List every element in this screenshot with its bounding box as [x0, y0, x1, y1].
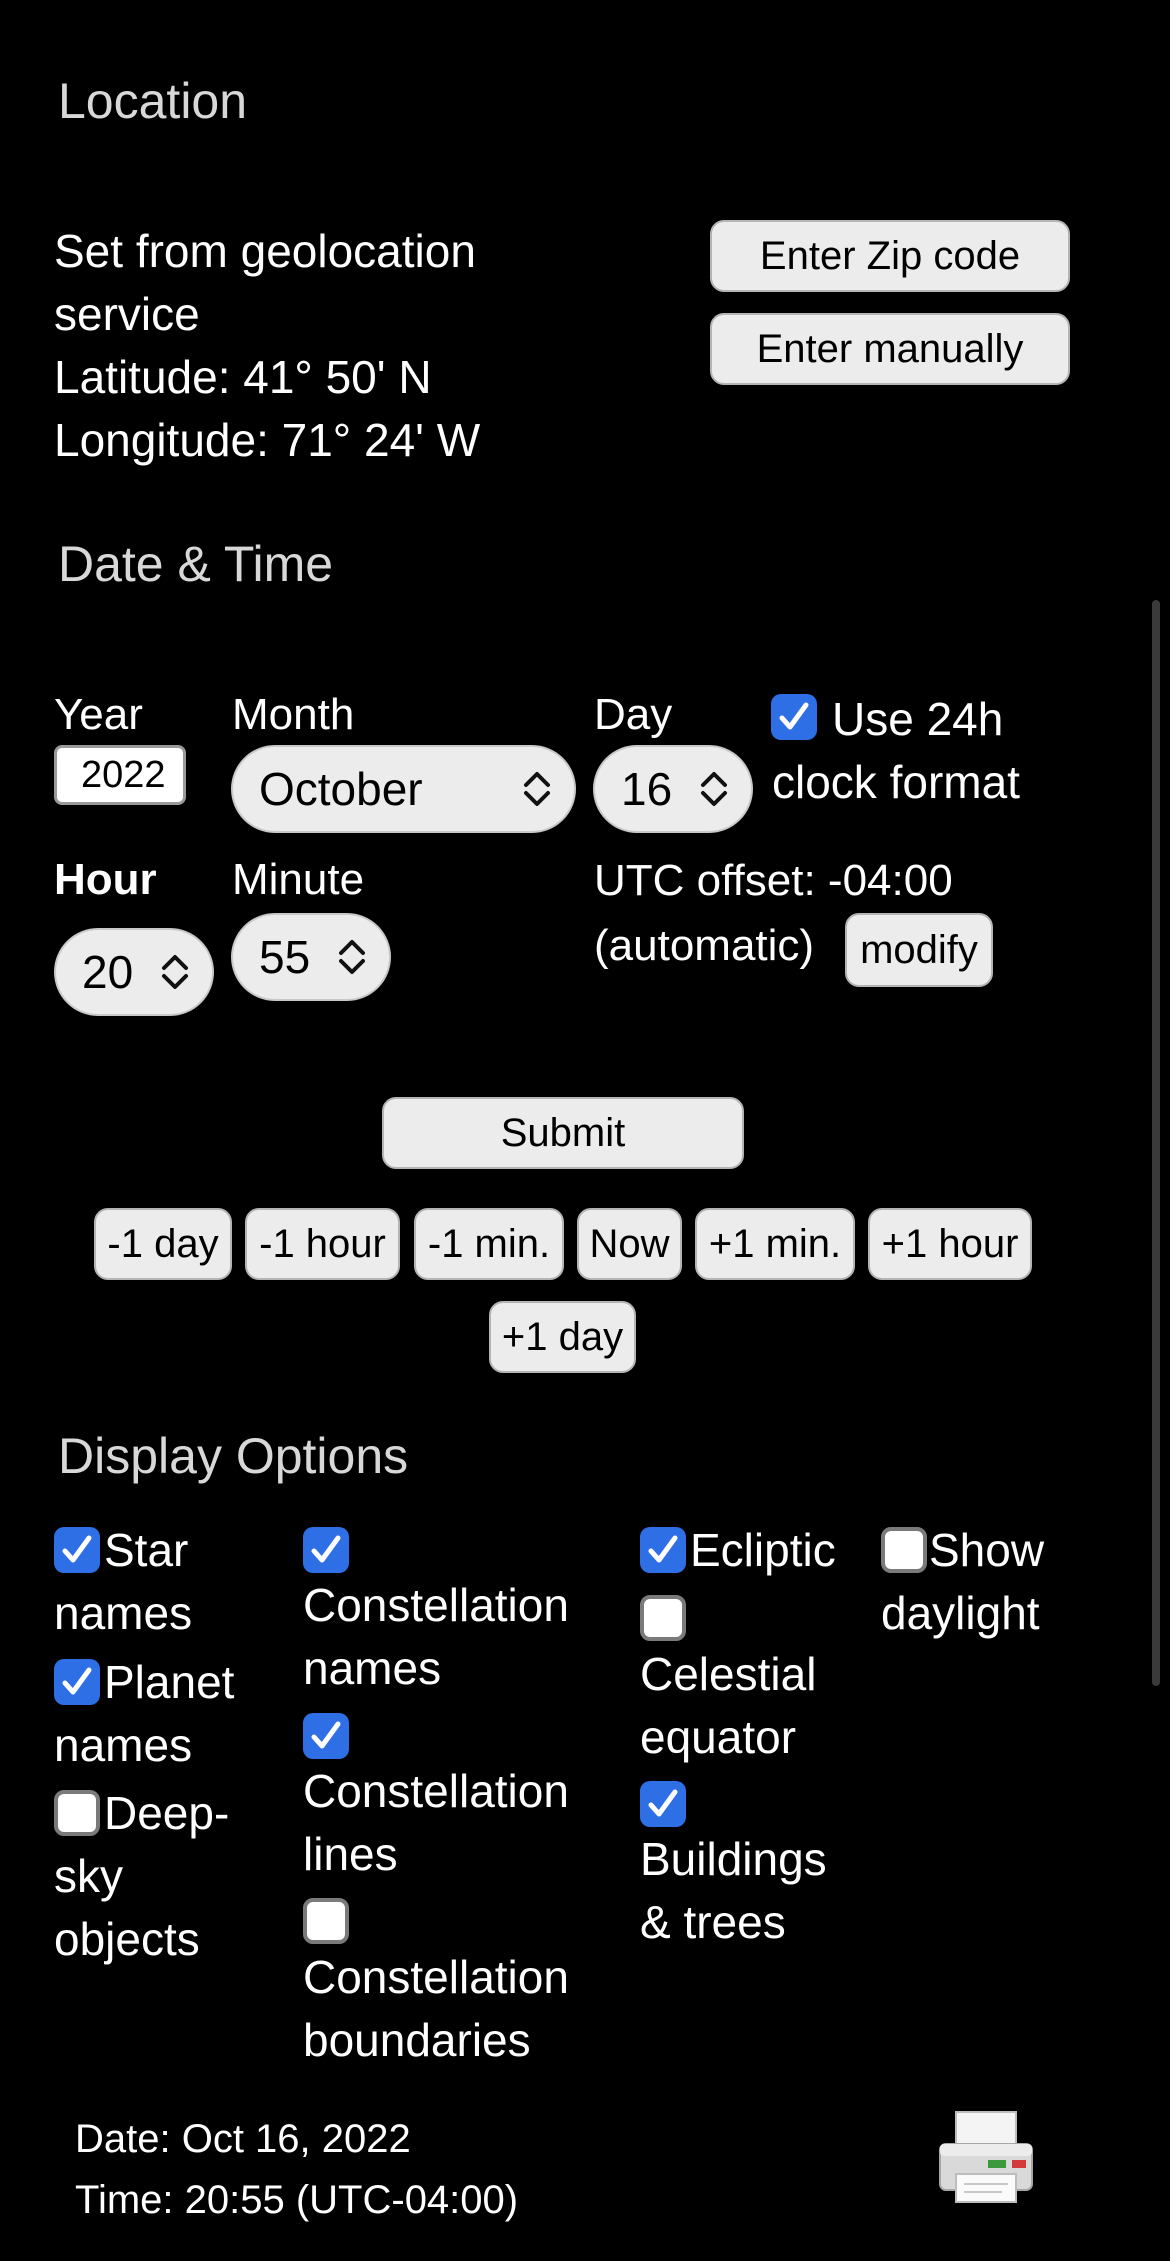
latitude-text: Latitude: 41° 50' N — [54, 351, 432, 403]
constellation-lines-checkbox[interactable] — [303, 1713, 349, 1759]
utc-offset-text: UTC offset: -04:00 — [594, 856, 953, 905]
year-label: Year — [54, 690, 143, 739]
show-daylight-label: Show daylight — [881, 1519, 1044, 1645]
option-line: lines — [303, 1828, 398, 1880]
option-line: Show — [929, 1524, 1045, 1576]
option-line: daylight — [881, 1587, 1040, 1639]
option-line: & trees — [640, 1896, 786, 1948]
checkmark-icon — [311, 1721, 341, 1749]
option-line: Constellation — [303, 1579, 569, 1631]
month-select[interactable]: October — [231, 745, 576, 833]
hour-label: Hour — [54, 855, 157, 904]
chevron-up-down-icon — [524, 772, 550, 806]
constellation-boundaries-label: Constellation boundaries — [303, 1946, 569, 2072]
footer-time: Time: 20:55 (UTC-04:00) — [75, 2178, 519, 2222]
longitude-text: Longitude: 71° 24' W — [54, 414, 481, 466]
chevron-up-down-icon — [339, 940, 365, 974]
modify-utc-button[interactable]: modify — [845, 913, 993, 987]
day-label: Day — [594, 690, 673, 739]
option-line: objects — [54, 1913, 200, 1965]
option-line: Buildings — [640, 1833, 827, 1885]
option-line: names — [303, 1642, 442, 1694]
option-line: boundaries — [303, 2014, 531, 2066]
printer-icon[interactable] — [936, 2108, 1036, 2208]
use-24h-line2: clock format — [772, 756, 1020, 808]
scrollbar[interactable] — [1152, 600, 1160, 1686]
buildings-trees-label: Buildings & trees — [640, 1828, 827, 1954]
option-line: Celestial — [640, 1648, 817, 1700]
plus-1-hour-button[interactable]: +1 hour — [868, 1208, 1032, 1280]
celestial-equator-label: Celestial equator — [640, 1643, 816, 1769]
month-select-value: October — [259, 763, 423, 815]
display-options-heading: Display Options — [58, 1428, 409, 1484]
location-heading: Location — [58, 73, 248, 129]
celestial-equator-checkbox[interactable] — [640, 1595, 686, 1641]
deep-sky-objects-label: Deep- sky objects — [54, 1782, 229, 1971]
option-line: equator — [640, 1711, 797, 1763]
minute-select[interactable]: 55 — [231, 913, 391, 1001]
plus-1-day-button[interactable]: +1 day — [489, 1301, 636, 1373]
constellation-names-checkbox[interactable] — [303, 1527, 349, 1573]
option-line: Planet — [104, 1656, 235, 1708]
day-select-value: 16 — [621, 763, 673, 815]
minute-select-value: 55 — [259, 931, 311, 983]
option-line: Constellation — [303, 1765, 569, 1817]
use-24h-line1: Use 24h — [832, 693, 1004, 745]
location-source-line2: service — [54, 288, 200, 340]
enter-manually-button[interactable]: Enter manually — [710, 313, 1070, 385]
chevron-up-down-icon — [701, 772, 727, 806]
hour-select[interactable]: 20 — [54, 928, 214, 1016]
location-source-line1: Set from geolocation — [54, 225, 476, 277]
utc-offset-mode: (automatic) — [594, 921, 815, 970]
now-button[interactable]: Now — [577, 1208, 682, 1280]
use-24h-label: Use 24h clock format — [772, 688, 1020, 814]
month-label: Month — [232, 690, 355, 739]
buildings-trees-checkbox[interactable] — [640, 1781, 686, 1827]
minus-1-day-button[interactable]: -1 day — [94, 1208, 232, 1280]
chevron-up-down-icon — [162, 955, 188, 989]
option-line: Deep- — [104, 1787, 230, 1839]
planet-names-label: Planet names — [54, 1651, 234, 1777]
footer-date: Date: Oct 16, 2022 — [75, 2117, 411, 2161]
star-names-label: Star names — [54, 1519, 192, 1645]
option-line: Constellation — [303, 1951, 569, 2003]
constellation-names-label: Constellation names — [303, 1574, 569, 1700]
minus-1-hour-button[interactable]: -1 hour — [245, 1208, 400, 1280]
checkmark-icon — [311, 1535, 341, 1563]
location-source: Set from geolocation service Latitude: 4… — [54, 220, 480, 472]
option-line: Star — [104, 1524, 189, 1576]
constellation-boundaries-checkbox[interactable] — [303, 1898, 349, 1944]
year-input[interactable]: 2022 — [54, 745, 186, 805]
day-select[interactable]: 16 — [593, 745, 753, 833]
option-line: Ecliptic — [690, 1524, 836, 1576]
enter-zip-button[interactable]: Enter Zip code — [710, 220, 1070, 292]
constellation-lines-label: Constellation lines — [303, 1760, 569, 1886]
option-line: sky — [54, 1850, 123, 1902]
submit-button[interactable]: Submit — [382, 1097, 744, 1169]
minus-1-min-button[interactable]: -1 min. — [414, 1208, 564, 1280]
datetime-heading: Date & Time — [58, 536, 334, 592]
option-line: names — [54, 1719, 193, 1771]
plus-1-min-button[interactable]: +1 min. — [695, 1208, 855, 1280]
hour-select-value: 20 — [82, 946, 134, 998]
minute-label: Minute — [232, 855, 365, 904]
ecliptic-label: Ecliptic — [640, 1519, 836, 1582]
option-line: names — [54, 1587, 193, 1639]
checkmark-icon — [648, 1789, 678, 1817]
